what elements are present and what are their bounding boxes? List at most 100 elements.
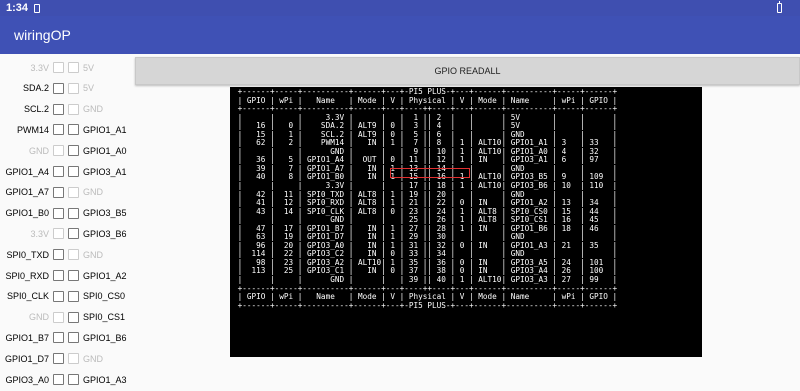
pin-checkbox-left[interactable]: GPIO3_A0 [5, 374, 64, 385]
pin-checkbox-left: GND [29, 145, 64, 157]
pin-checkbox-right: GND [68, 353, 103, 365]
pin-row: GPIO1_D7 GND [0, 349, 130, 370]
pin-row: SPI0_CLK SPI0_CS0 [0, 287, 130, 308]
checkbox-icon[interactable] [53, 166, 64, 177]
pin-row: SPI0_TXD GND [0, 245, 130, 266]
checkbox-icon[interactable] [68, 270, 79, 281]
checkbox-icon[interactable] [53, 290, 64, 302]
pin-label: SPI0_RXD [5, 270, 49, 281]
pin-checkbox-right[interactable]: SPI0_CS0 [68, 290, 126, 302]
checkbox-icon [53, 311, 64, 323]
checkbox-icon[interactable] [53, 353, 64, 365]
checkbox-icon[interactable] [53, 186, 64, 198]
checkbox-icon[interactable] [68, 228, 79, 240]
pin-label: GPIO1_A2 [83, 270, 127, 281]
pin-label: GND [83, 104, 103, 115]
pin-row: 3.3V 5V [0, 58, 130, 79]
pin-label: GPIO3_A0 [5, 374, 49, 385]
pin-checkbox-right[interactable]: GPIO1_A1 [68, 124, 127, 136]
pin-checkbox-right: GND [68, 103, 103, 115]
pin-checkbox-left[interactable]: GPIO1_B0 [5, 207, 64, 219]
pin-checkbox-right[interactable]: GPIO1_B6 [68, 332, 127, 344]
pin-checkbox-left[interactable]: PWM14 [16, 124, 64, 136]
checkbox-icon[interactable] [53, 207, 64, 219]
pin-row: GND SPI0_CS1 [0, 308, 130, 329]
pin-row: GPIO1_A7 GND [0, 183, 130, 204]
pin-row: PWM14 GPIO1_A1 [0, 120, 130, 141]
pin-label: GND [83, 249, 103, 260]
pin-label: GPIO1_B0 [5, 208, 49, 219]
gpio-pin-list: 3.3V 5V SDA.2 5V SCL.2 GND PWM14 GPIO1_A1 GND GPI… [0, 54, 130, 385]
pin-row: 3.3V GPIO3_B6 [0, 224, 130, 245]
pin-label: GPIO3_B6 [83, 228, 127, 239]
app-bar: wiringOP [0, 16, 800, 54]
checkbox-icon[interactable] [53, 103, 64, 115]
pin-checkbox-left[interactable]: SDA.2 [22, 82, 64, 94]
checkbox-icon[interactable] [53, 270, 64, 281]
pin-checkbox-left[interactable]: GPIO1_A4 [5, 166, 64, 177]
pin-label: SPI0_CS1 [83, 312, 126, 323]
pin-label: GPIO1_A1 [83, 124, 127, 135]
checkbox-icon[interactable] [53, 249, 64, 261]
pin-checkbox-right[interactable]: GPIO1_A0 [68, 145, 127, 157]
pin-row: GPIO1_B7 GPIO1_B6 [0, 328, 130, 349]
pin-row: GPIO1_B0 GPIO3_B5 [0, 204, 130, 225]
pin-checkbox-left: 3.3V [30, 228, 64, 240]
pin-label: GND [29, 145, 49, 156]
pin-label: SPI0_CS0 [83, 291, 126, 302]
pin-checkbox-left[interactable]: SPI0_RXD [5, 270, 64, 281]
pin-checkbox-right[interactable]: GPIO1_A3 [68, 374, 127, 385]
checkbox-icon[interactable] [68, 311, 79, 323]
pin-checkbox-right[interactable]: SPI0_CS1 [68, 311, 126, 323]
gpio-readall-button[interactable]: GPIO READALL [135, 57, 800, 85]
app-title: wiringOP [14, 27, 71, 43]
pin-label: GPIO1_B6 [83, 332, 127, 343]
pin-label: 5V [83, 62, 95, 73]
pin-label: GPIO1_D7 [4, 353, 49, 364]
checkbox-icon[interactable] [53, 82, 64, 94]
checkbox-icon [68, 186, 79, 198]
pin-checkbox-right: 5V [68, 82, 94, 94]
status-bar: 1:34 [0, 0, 800, 16]
checkbox-icon[interactable] [53, 374, 64, 385]
pin-checkbox-left[interactable]: SPI0_TXD [6, 249, 64, 261]
pin-label: SDA.2 [22, 83, 49, 94]
pin-label: 3.3V [30, 228, 49, 239]
pin-checkbox-left[interactable]: GPIO1_A7 [5, 186, 64, 198]
pin-checkbox-right: 5V [68, 62, 94, 73]
pin-checkbox-right[interactable]: GPIO1_A2 [68, 270, 127, 281]
readall-table: +------+-----+----------+------+---+-PI5… [237, 87, 618, 310]
readall-output: +------+-----+----------+------+---+-PI5… [230, 87, 702, 357]
pin-label: GND [83, 353, 103, 364]
checkbox-icon[interactable] [68, 374, 79, 385]
checkbox-icon [68, 62, 79, 73]
highlight-box [390, 168, 470, 178]
pin-row: SPI0_RXD GPIO1_A2 [0, 266, 130, 287]
pin-label: PWM14 [16, 124, 49, 135]
pin-checkbox-right[interactable]: GPIO3_A1 [68, 166, 127, 177]
pin-row: GPIO1_A4 GPIO3_A1 [0, 162, 130, 183]
pin-checkbox-right: GND [68, 249, 103, 261]
checkbox-icon[interactable] [53, 124, 64, 136]
checkbox-icon[interactable] [68, 145, 79, 157]
pin-checkbox-right[interactable]: GPIO3_B5 [68, 207, 127, 219]
pin-label: GPIO1_A0 [83, 145, 127, 156]
checkbox-icon[interactable] [68, 332, 79, 344]
pin-checkbox-left: 3.3V [30, 62, 64, 73]
checkbox-icon[interactable] [68, 124, 79, 136]
pin-checkbox-right: GND [68, 186, 103, 198]
pin-checkbox-left[interactable]: SPI0_CLK [7, 290, 64, 302]
checkbox-icon[interactable] [68, 166, 79, 177]
pin-checkbox-left[interactable]: SCL.2 [24, 103, 64, 115]
checkbox-icon [53, 62, 64, 73]
pin-checkbox-left: GND [29, 311, 64, 323]
pin-label: GPIO1_A7 [5, 187, 49, 198]
pin-checkbox-left[interactable]: GPIO1_D7 [4, 353, 64, 365]
checkbox-icon[interactable] [68, 207, 79, 219]
pin-checkbox-left[interactable]: GPIO1_B7 [5, 332, 64, 344]
checkbox-icon [53, 145, 64, 157]
checkbox-icon[interactable] [53, 332, 64, 344]
pin-checkbox-right[interactable]: GPIO3_B6 [68, 228, 127, 240]
pin-label: GPIO1_A3 [83, 374, 127, 385]
checkbox-icon[interactable] [68, 290, 79, 302]
